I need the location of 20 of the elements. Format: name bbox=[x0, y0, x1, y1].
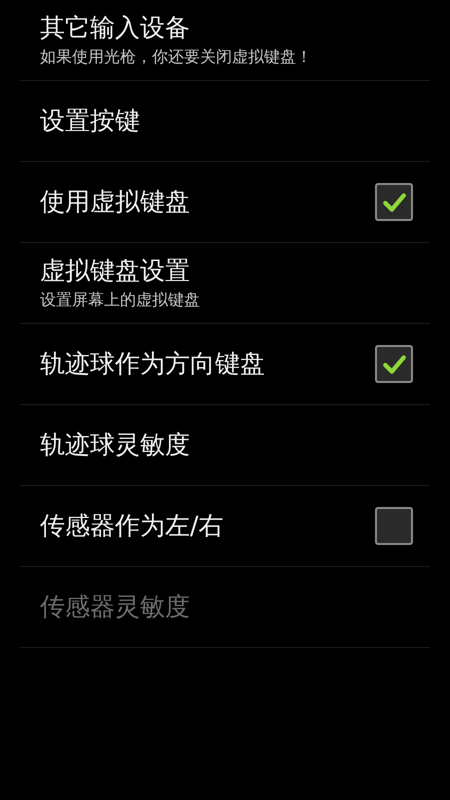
preference-summary: 设置屏幕上的虚拟键盘 bbox=[40, 290, 201, 310]
preference-row[interactable]: 轨迹球灵敏度 bbox=[20, 405, 430, 486]
preference-title: 其它输入设备 bbox=[40, 13, 191, 43]
preference-title: 虚拟键盘设置 bbox=[40, 256, 191, 286]
preference-row[interactable]: 传感器作为左/右 bbox=[20, 486, 430, 567]
preference-title: 传感器作为左/右 bbox=[40, 511, 224, 541]
preference-title: 轨迹球作为方向键盘 bbox=[40, 349, 266, 379]
checkbox[interactable] bbox=[375, 507, 413, 545]
preference-summary: 如果使用光枪，你还要关闭虚拟键盘！ bbox=[40, 47, 313, 67]
preference-title: 设置按键 bbox=[40, 106, 141, 136]
preference-title: 使用虚拟键盘 bbox=[40, 187, 191, 217]
checkbox[interactable] bbox=[375, 345, 413, 383]
preference-row[interactable]: 设置按键 bbox=[20, 81, 430, 162]
preference-title: 传感器灵敏度 bbox=[40, 592, 191, 622]
preference-title: 轨迹球灵敏度 bbox=[40, 430, 191, 460]
preference-row[interactable]: 虚拟键盘设置 设置屏幕上的虚拟键盘 bbox=[20, 243, 430, 324]
preference-row[interactable]: 其它输入设备 如果使用光枪，你还要关闭虚拟键盘！ bbox=[20, 0, 430, 81]
checkbox[interactable] bbox=[375, 183, 413, 221]
preference-row[interactable]: 轨迹球作为方向键盘 bbox=[20, 324, 430, 405]
preference-row[interactable]: 使用虚拟键盘 bbox=[20, 162, 430, 243]
